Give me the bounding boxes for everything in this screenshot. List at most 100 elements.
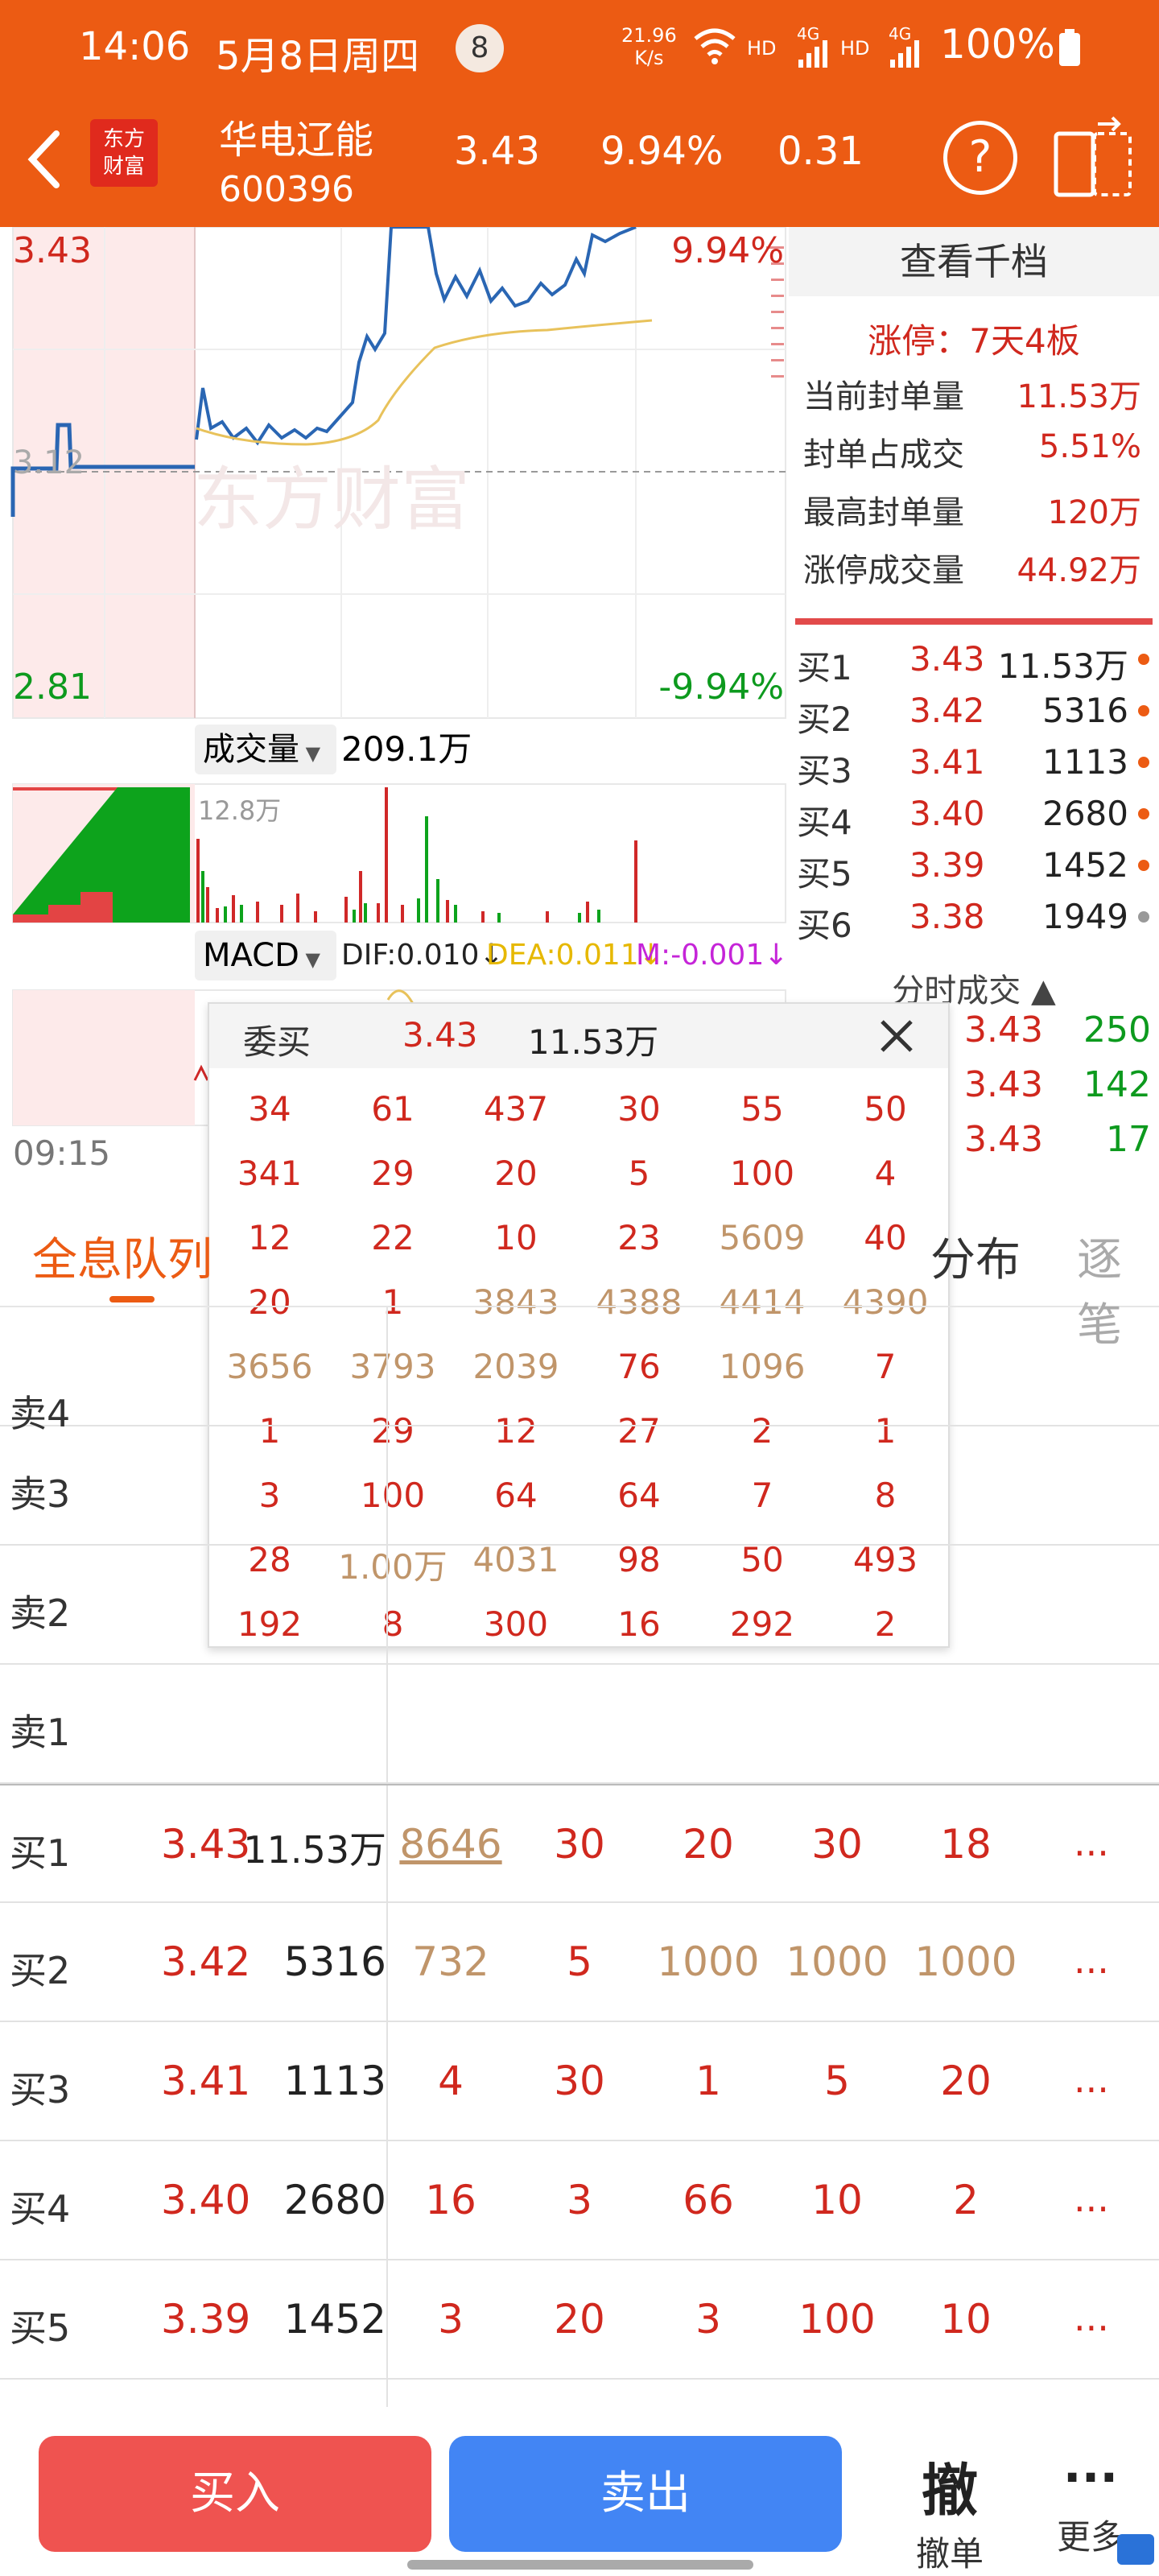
queue-order-cell[interactable]: 1 [644,2058,773,2104]
view-depth-button[interactable]: 查看千档 [789,227,1159,296]
buy-row[interactable]: 买5 3.39 1452 3 20 3 100 10... [0,2260,1159,2380]
queue-order-cell[interactable]: 30 [773,1821,901,1868]
book-price: 3.39 [909,845,985,885]
tick-price: 3.43 [964,1009,1043,1051]
book-row[interactable]: 买1 3.43 11.53万 [797,636,1151,687]
queue-cell: 30 [617,1089,661,1129]
tab-indicator [109,1296,155,1302]
book-label: 买6 [797,906,852,945]
buy-label: 买4 [10,2187,71,2231]
stat-row: 涨停成交量 44.92万 [803,544,1141,591]
more-orders-link[interactable]: ... [1074,2177,1109,2220]
book-dot [1138,860,1149,871]
volume-value: 209.1万 [341,729,472,769]
book-price: 3.40 [909,794,985,833]
queue-order-cell[interactable]: 1000 [773,1938,901,1985]
queue-order-cell[interactable]: 66 [644,2177,773,2223]
buy-label: 买3 [10,2068,71,2112]
queue-order-cell[interactable]: 10 [773,2177,901,2223]
buy-row[interactable]: 买3 3.41 1113 4 30 1 5 20... [0,2022,1159,2141]
queue-order-cell[interactable]: 4 [386,2058,515,2104]
queue-order-cell[interactable]: 10 [901,2296,1030,2343]
sell-row: 卖4 [0,1307,1159,1435]
buy-price: 3.39 [161,2296,251,2343]
macd-label: MACD [203,937,299,974]
sell-row: 卖2 [0,1546,1159,1665]
book-volume: 1949 [1042,897,1128,936]
book-row[interactable]: 买6 3.38 1949 [797,894,1151,945]
more-orders-link[interactable]: ... [1074,1938,1109,1982]
queue-order-cell[interactable]: 2 [901,2177,1030,2223]
book-dot [1138,808,1149,819]
queue-order-cell[interactable]: 3 [515,2177,644,2223]
queue-order-cell[interactable]: 3 [644,2296,773,2343]
cancel-order-button[interactable]: 撤 撤单 [885,2446,1014,2576]
queue-order-cell[interactable]: 20 [901,2058,1030,2104]
sell-row: 卖1 [0,1665,1159,1784]
book-label: 买5 [797,854,852,894]
price-low-label: 2.81 [13,667,92,708]
tab-queue[interactable]: 全息队列 [32,1224,212,1289]
help-button[interactable]: ? [943,121,1017,195]
chevron-left-icon[interactable] [24,127,64,192]
battery-icon [1059,29,1080,66]
stock-name[interactable]: 华电辽能 [219,108,373,164]
book-row[interactable]: 买3 3.41 1113 [797,739,1151,791]
queue-order-cell[interactable]: 30 [515,1821,644,1868]
volume-selector[interactable]: 成交量 ▼ [195,724,336,774]
book-row[interactable]: 买4 3.40 2680 [797,791,1151,842]
queue-order-cell[interactable]: 100 [773,2296,901,2343]
book-volume: 1452 [1042,845,1128,885]
buy-row[interactable]: 买1 3.43 11.53万 8646 30 20 30 18... [0,1784,1159,1903]
stat-value: 5.51% [1038,428,1141,465]
floating-button-icon[interactable] [1117,2534,1154,2565]
queue-order-cell[interactable]: 1000 [901,1938,1030,1985]
queue-order-cell[interactable]: 5 [515,1938,644,1985]
m-value: M:-0.001 [636,939,765,972]
buy-price: 3.42 [161,1938,251,1985]
close-icon[interactable] [877,1017,916,1055]
queue-order-cell[interactable]: 5 [773,2058,901,2104]
queue-order-cell[interactable]: 732 [386,1938,515,1985]
queue-order-cell[interactable]: 16 [386,2177,515,2223]
stat-value: 11.53万 [1017,378,1141,415]
queue-order-cell[interactable]: 8646 [386,1821,515,1868]
book-row[interactable]: 买5 3.39 1452 [797,842,1151,894]
buy-label: 买1 [10,1831,71,1875]
more-orders-link[interactable]: ... [1074,1821,1109,1864]
status-bar: 14:06 5月8日周四 8 21.96 K/s HD 4G HD 4G 100% [0,0,1159,98]
buy-row[interactable]: 买4 3.40 2680 16 3 66 10 2... [0,2141,1159,2260]
more-orders-link[interactable]: ... [1074,2058,1109,2101]
logo-text-1: 东方 [102,127,145,151]
wifi-icon [694,28,736,64]
book-row[interactable]: 买2 3.42 5316 [797,687,1151,739]
queue-cell: 437 [483,1089,549,1129]
queue-order-cell[interactable]: 1000 [644,1938,773,1985]
more-orders-link[interactable]: ... [1074,2296,1109,2339]
sell-button[interactable]: 卖出 [449,2436,842,2552]
queue-order-cell[interactable]: 20 [515,2296,644,2343]
tab-distribution[interactable]: 分布 [930,1224,1021,1289]
stat-value: 44.92万 [1017,552,1141,589]
macd-selector[interactable]: MACD ▼ [195,931,336,980]
stock-code: 600396 [219,169,354,210]
buy-button[interactable]: 买入 [39,2436,431,2552]
queue-order-cell[interactable]: 18 [901,1821,1030,1868]
net-speed-unit: K/s [634,47,664,69]
book-dot [1138,705,1149,716]
queue-order-cell[interactable]: 3 [386,2296,515,2343]
dea-value: DEA:0.011 [486,939,639,972]
buy-row[interactable]: 买2 3.42 5316 732 5 1000 1000 1000... [0,1903,1159,2022]
ticks-header[interactable]: 分时成交 ▲ [789,964,1159,1009]
dif-value: DIF:0.010 [341,939,480,972]
switch-stock-icon[interactable] [1051,116,1135,200]
more-icon: ··· [1062,2450,1119,2506]
book-volume: 1113 [1042,742,1128,782]
book-price: 3.42 [909,691,985,730]
queue-order-cell[interactable]: 30 [515,2058,644,2104]
sell-label: 卖2 [10,1591,71,1635]
buy-volume: 1452 [283,2296,386,2343]
queue-order-cell[interactable]: 20 [644,1821,773,1868]
book-price: 3.41 [909,742,985,782]
tick-volume: 17 [1106,1119,1151,1160]
